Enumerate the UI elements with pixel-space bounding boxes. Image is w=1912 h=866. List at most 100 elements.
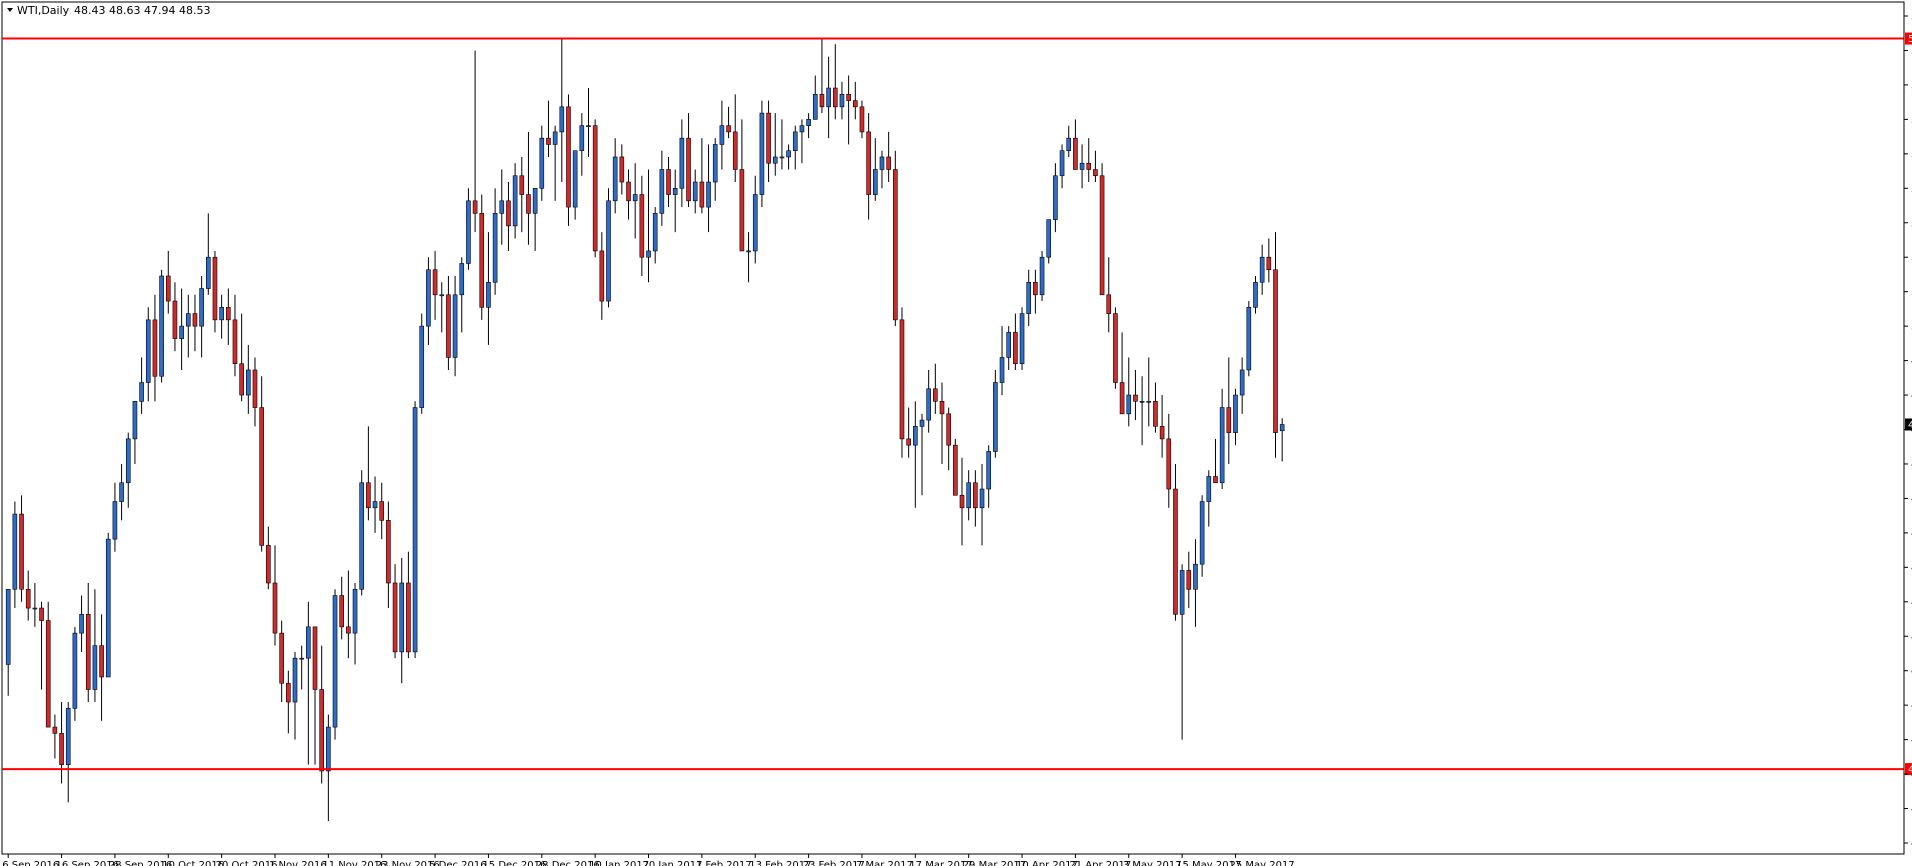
bull-candle-body (399, 582, 405, 653)
bear-candle-body (232, 319, 238, 365)
x-tick-label: 6 Sep 2016 (2, 860, 59, 866)
bull-candle-body (806, 119, 811, 126)
bull-candle-body (692, 181, 698, 202)
bear-candle-body (165, 275, 171, 302)
bear-candle-body (1113, 313, 1118, 383)
bull-candle-body (452, 294, 458, 358)
bear-candle-body (959, 494, 965, 509)
x-tick-label: 5 Dec 2016 (429, 860, 487, 866)
bull-candle-body (65, 707, 71, 765)
bear-candle-body (973, 482, 978, 509)
bull-candle-body (552, 131, 558, 145)
bear-candle-body (846, 94, 851, 101)
candle (1099, 163, 1105, 296)
bull-candle-body (659, 169, 665, 214)
candle (412, 401, 418, 659)
bull-candle-body (586, 125, 591, 127)
bear-candle-body (666, 169, 671, 195)
bear-candle-body (252, 369, 258, 408)
bear-candle-body (686, 137, 691, 202)
bull-candle-body (459, 263, 465, 296)
bull-candle-body (145, 319, 151, 383)
bull-candle-body (292, 657, 298, 703)
bull-candle-body (125, 438, 131, 484)
bear-candle-body (226, 307, 231, 321)
bear-candle-body (626, 181, 631, 202)
bear-candle-body (39, 607, 44, 621)
level-price-label: 54.69 (1908, 34, 1912, 45)
bull-candle-body (119, 482, 124, 502)
bull-candle-body (306, 626, 311, 659)
bear-candle-body (45, 620, 51, 728)
bear-candle-body (1073, 137, 1078, 170)
bull-candle-body (185, 313, 191, 327)
bull-candle-body (1059, 150, 1065, 177)
bear-candle-body (592, 125, 598, 252)
x-tick-label: 1 Feb 2017 (696, 860, 752, 866)
bear-candle-body (432, 269, 438, 296)
bull-candle-body (1219, 407, 1225, 484)
bear-candle-body (479, 213, 485, 308)
bear-candle-body (339, 595, 345, 628)
bear-candle-body (386, 520, 391, 584)
bull-candle-body (759, 112, 765, 195)
bear-candle-body (899, 319, 905, 440)
bear-candle-body (52, 726, 58, 734)
bear-candle-body (859, 106, 865, 133)
candle (45, 601, 51, 728)
candle (899, 307, 905, 458)
candle (72, 626, 78, 721)
bull-candle-body (499, 200, 505, 214)
bull-candle-body (32, 607, 38, 610)
bull-candle-body (246, 369, 251, 396)
bear-candle-body (446, 294, 451, 358)
bull-candle-body (419, 325, 425, 408)
bull-candle-body (979, 488, 985, 509)
bull-candle-body (786, 150, 791, 158)
bear-candle-body (472, 200, 478, 214)
bull-candle-body (206, 256, 211, 289)
bear-candle-body (406, 582, 411, 653)
bull-candle-body (826, 87, 831, 108)
bear-candle-body (832, 87, 838, 108)
bull-candle-body (512, 175, 518, 227)
bull-candle-body (1193, 563, 1198, 590)
bull-candle-body (812, 94, 818, 120)
bear-candle-body (866, 131, 871, 195)
candle (359, 470, 365, 596)
bull-candle-body (1239, 369, 1245, 396)
bear-candle-body (599, 250, 605, 302)
bull-candle-body (752, 194, 758, 252)
bull-candle-body (1139, 401, 1145, 403)
bull-candle-body (706, 181, 711, 208)
bull-candle-body (1053, 175, 1058, 220)
bear-candle-body (1013, 332, 1018, 365)
bear-candle-body (739, 169, 745, 252)
candle (479, 194, 485, 320)
bull-candle-body (1179, 570, 1185, 615)
bear-candle-body (25, 588, 31, 609)
x-tick-label: 20 Jan 2017 (643, 860, 703, 866)
bull-candle-body (839, 94, 845, 108)
bull-candle-body (779, 156, 785, 159)
bull-candle-body (1039, 256, 1045, 296)
candle (759, 100, 765, 208)
price-chart[interactable]: 54.6943.0348.53 55.0554.5053.9553.4052.8… (0, 0, 1912, 866)
bull-candle-body (606, 200, 611, 302)
bull-candle-body (746, 250, 751, 253)
candle (1019, 307, 1025, 370)
candle (953, 438, 958, 496)
bull-candle-body (199, 288, 204, 327)
bear-candle-body (1226, 407, 1232, 433)
bull-candle-body (159, 275, 164, 377)
bear-candle-body (1093, 169, 1098, 177)
bull-candle-body (1126, 394, 1132, 415)
bear-candle-body (1213, 476, 1218, 484)
bull-candle-body (539, 137, 545, 189)
bear-candle-body (392, 582, 398, 653)
bull-candle-body (92, 645, 98, 690)
bear-candle-body (933, 388, 938, 402)
bear-candle-body (893, 169, 898, 321)
bear-candle-body (346, 626, 351, 634)
bear-candle-body (239, 363, 244, 396)
